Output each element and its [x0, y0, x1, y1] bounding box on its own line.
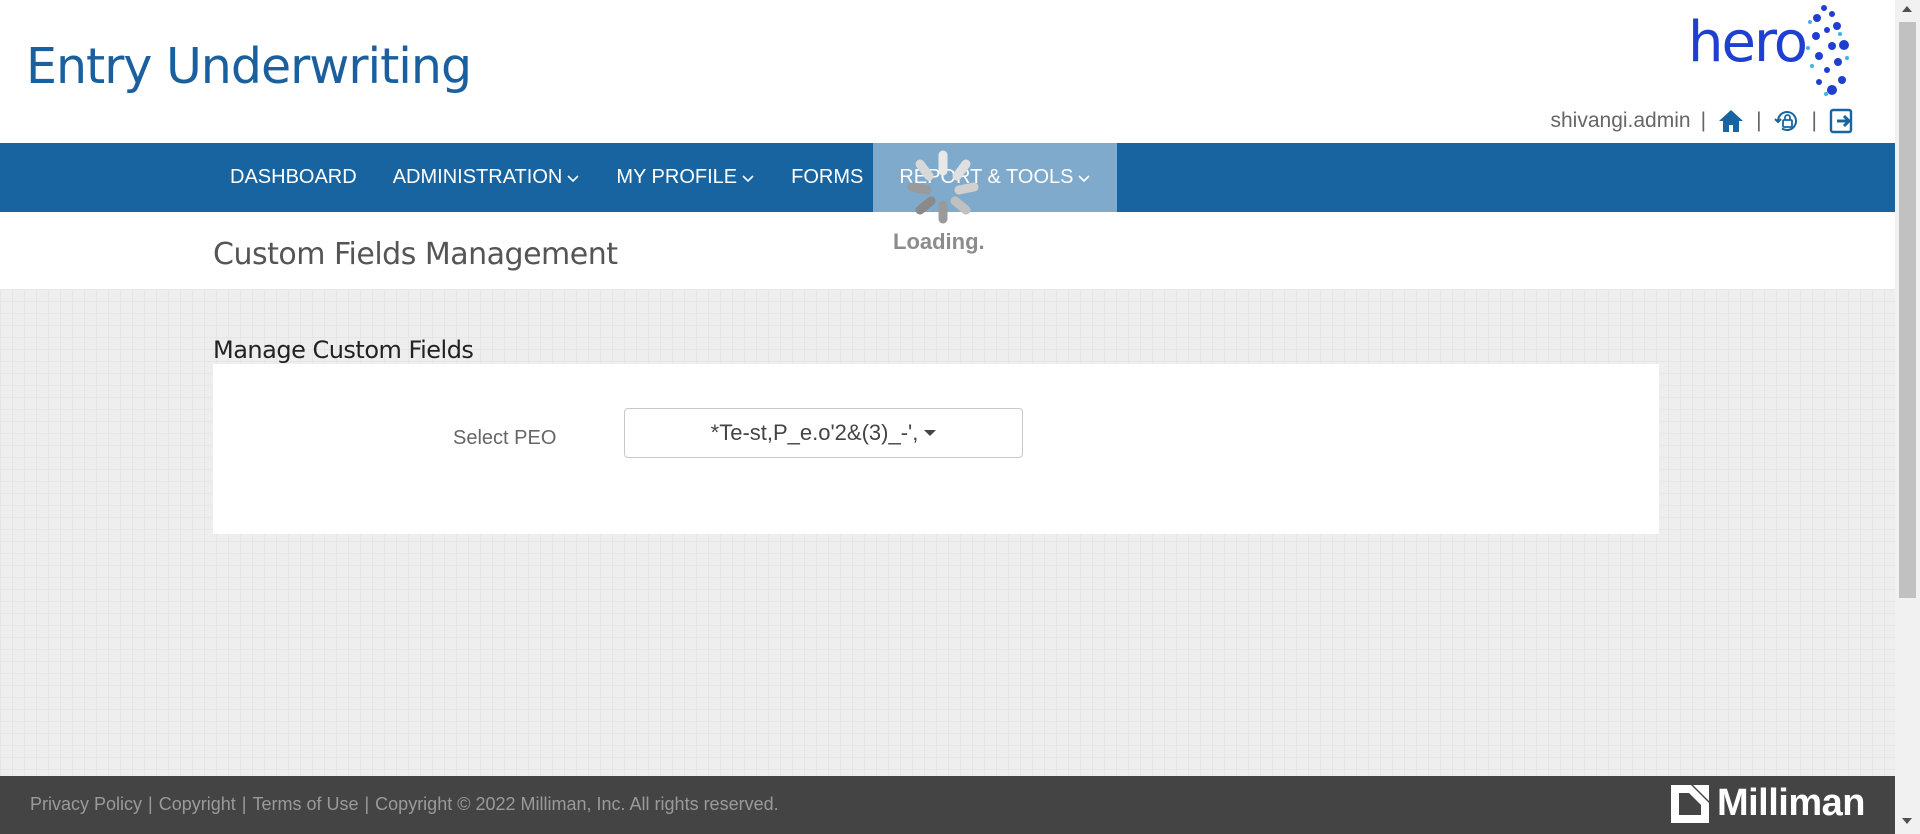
caret-down-icon: [924, 430, 937, 436]
milliman-mark-icon: [1670, 784, 1709, 823]
loading-text: Loading.: [893, 229, 985, 254]
scroll-up-arrow-icon[interactable]: [1902, 6, 1912, 12]
separator: |: [1756, 109, 1762, 132]
custom-fields-panel: Select PEO *Te-st,P_e.o'2&(3)_-',: [213, 364, 1659, 534]
copyright-link[interactable]: Copyright: [159, 794, 236, 815]
milliman-logo: Milliman: [1669, 782, 1866, 825]
main-content: Manage Custom Fields Select PEO *Te-st,P…: [0, 289, 1895, 776]
home-icon[interactable]: [1716, 106, 1746, 136]
loading-indicator: Loading.: [853, 143, 1033, 263]
spinner-icon: [907, 150, 979, 224]
separator: |: [364, 794, 370, 814]
chevron-down-icon: [1078, 174, 1091, 182]
username: shivangi.admin: [1550, 109, 1691, 132]
vertical-scrollbar[interactable]: [1895, 0, 1920, 834]
scrollbar-thumb[interactable]: [1899, 22, 1916, 598]
milliman-brand-text: Milliman: [1716, 782, 1866, 824]
user-menu: shivangi.admin | | |: [1551, 106, 1858, 136]
logout-icon[interactable]: [1827, 106, 1857, 136]
peo-select-value: *Te-st,P_e.o'2&(3)_-',: [710, 420, 919, 445]
hero-logo[interactable]: hero: [1686, 0, 1872, 100]
nav-dashboard-label: DASHBOARD: [230, 166, 357, 188]
footer-links: Privacy Policy | Copyright | Terms of Us…: [30, 794, 779, 815]
nav-administration-label: ADMINISTRATION: [392, 166, 563, 188]
header: Entry Underwriting hero shivangi.admin |…: [0, 0, 1895, 143]
chevron-down-icon: [742, 174, 754, 182]
peo-select[interactable]: *Te-st,P_e.o'2&(3)_-',: [624, 408, 1023, 458]
chevron-down-icon: [567, 174, 579, 182]
terms-of-use-link[interactable]: Terms of Use: [252, 794, 358, 815]
hero-logo-dots-icon: [1806, 5, 1849, 96]
section-title: Manage Custom Fields: [213, 336, 474, 364]
scroll-down-arrow-icon[interactable]: [1902, 818, 1912, 824]
nav-dashboard[interactable]: DASHBOARD: [230, 166, 357, 189]
app-title: Entry Underwriting: [26, 38, 472, 95]
nav-administration[interactable]: ADMINISTRATION: [393, 166, 581, 189]
select-peo-label: Select PEO: [453, 427, 557, 449]
separator: |: [1700, 109, 1707, 132]
footer: Privacy Policy | Copyright | Terms of Us…: [0, 776, 1895, 834]
separator: |: [241, 794, 247, 814]
copyright-text: Copyright © 2022 Milliman, Inc. All righ…: [375, 794, 779, 814]
nav-my-profile[interactable]: MY PROFILE: [616, 166, 755, 189]
page-title: Custom Fields Management: [213, 237, 618, 272]
nav-my-profile-label: MY PROFILE: [616, 166, 738, 188]
privacy-policy-link[interactable]: Privacy Policy: [30, 794, 142, 815]
separator: |: [148, 794, 153, 814]
lock-reset-icon[interactable]: [1772, 106, 1802, 136]
separator: |: [1811, 109, 1817, 132]
